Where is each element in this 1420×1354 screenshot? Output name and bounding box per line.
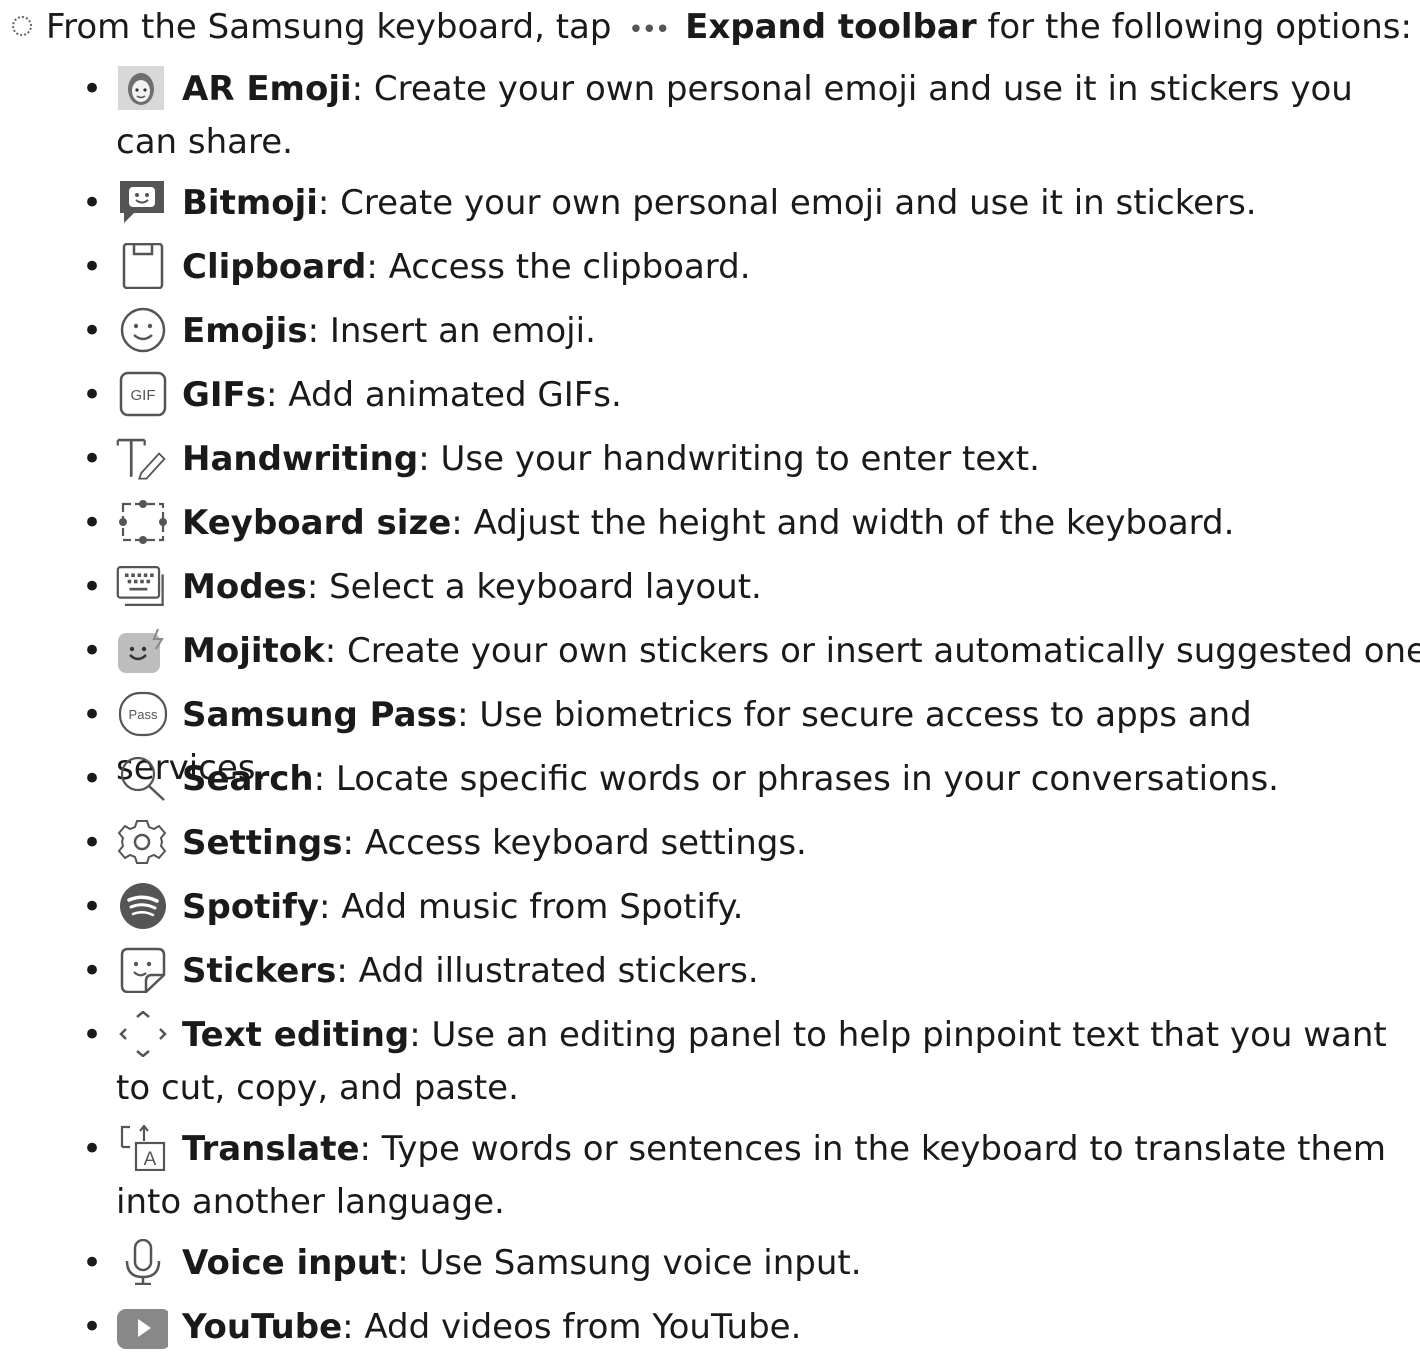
item-label: YouTube (182, 1307, 343, 1347)
item-label: Samsung Pass (182, 695, 458, 735)
item-label: Spotify (182, 887, 320, 927)
item-desc: : Use your handwriting to enter text. (418, 439, 1040, 479)
item-desc: : Access the clipboard. (366, 247, 751, 287)
item-label: Keyboard size (182, 503, 452, 543)
handwriting-icon (116, 435, 168, 481)
intro-action: Expand toolbar (685, 7, 977, 47)
youtube-icon (116, 1303, 168, 1349)
spotify-icon (116, 882, 168, 929)
item-label: Bitmoji (182, 183, 318, 223)
bullet: • (82, 823, 103, 863)
bullet: • (82, 1243, 103, 1283)
bullet: • (82, 247, 103, 287)
item-label: Text editing (182, 1015, 410, 1055)
item-desc: : Adjust the height and width of the key… (451, 503, 1235, 543)
samsung-pass-icon: Pass (116, 691, 168, 737)
ar-emoji-icon (116, 65, 168, 111)
item-desc: : Select a keyboard layout. (306, 567, 762, 607)
item-label: Search (182, 759, 314, 799)
translate-icon: A (116, 1124, 168, 1171)
item-desc: : Create your own stickers or insert aut… (324, 631, 1420, 671)
bullet: • (82, 887, 103, 927)
keyboard-size-icon (116, 499, 168, 545)
item-label: Translate (182, 1129, 360, 1169)
text-editing-icon (116, 1010, 168, 1057)
bullet: • (82, 1129, 103, 1169)
samsung-pass-icon-text: Pass (129, 707, 158, 722)
bullet: • (82, 631, 103, 671)
item-label: AR Emoji (182, 69, 352, 109)
gif-icon: GIF (116, 371, 168, 417)
bullet: • (82, 311, 103, 351)
bullet: • (82, 375, 103, 415)
clipboard-icon (116, 242, 168, 289)
item-desc: : Locate specific words or phrases in yo… (313, 759, 1279, 799)
step-marker-icon (12, 16, 32, 36)
item-desc: : Access keyboard settings. (342, 823, 807, 863)
item-desc: : Add illustrated stickers. (336, 951, 759, 991)
item-desc: : Add animated GIFs. (266, 375, 622, 415)
bitmoji-icon (116, 179, 168, 225)
item-label: Mojitok (182, 631, 325, 671)
bullet: • (82, 951, 103, 991)
item-desc: : Use Samsung voice input. (397, 1243, 862, 1283)
item-label: GIFs (182, 375, 267, 415)
bullet: • (82, 759, 103, 799)
more-options-icon: ••• (628, 15, 670, 45)
item-label: Settings (182, 823, 343, 863)
bullet: • (82, 567, 103, 607)
item-label: Modes (182, 567, 307, 607)
bullet: • (82, 1307, 103, 1347)
translate-icon-text: A (144, 1149, 157, 1170)
bullet: • (82, 503, 103, 543)
intro-suffix: for the following options: (987, 7, 1412, 47)
gear-icon (116, 819, 168, 865)
item-label: Clipboard (182, 247, 367, 287)
bullet: • (82, 183, 103, 223)
bullet: • (82, 69, 103, 109)
bullet: • (82, 439, 103, 479)
stickers-icon (116, 947, 168, 993)
item-desc: : Add videos from YouTube. (342, 1307, 802, 1347)
item-desc: : Create your own personal emoji and use… (317, 183, 1257, 223)
item-desc: : Add music from Spotify. (319, 887, 744, 927)
intro-line: From the Samsung keyboard, tap ••• Expan… (0, 4, 1412, 53)
item-label: Emojis (182, 311, 308, 351)
bullet: • (82, 695, 103, 735)
search-icon (116, 755, 168, 801)
mojitok-icon (116, 627, 168, 673)
microphone-icon (116, 1238, 168, 1285)
item-label: Handwriting (182, 439, 419, 479)
item-label: Voice input (182, 1243, 398, 1283)
bullet: • (82, 1015, 103, 1055)
intro-prefix: From the Samsung keyboard, tap (46, 7, 612, 47)
keyboard-modes-icon (116, 563, 168, 609)
emoji-smiley-icon (116, 307, 168, 353)
item-label: Stickers (182, 951, 337, 991)
gif-icon-text: GIF (131, 387, 156, 404)
item-desc: : Insert an emoji. (307, 311, 596, 351)
